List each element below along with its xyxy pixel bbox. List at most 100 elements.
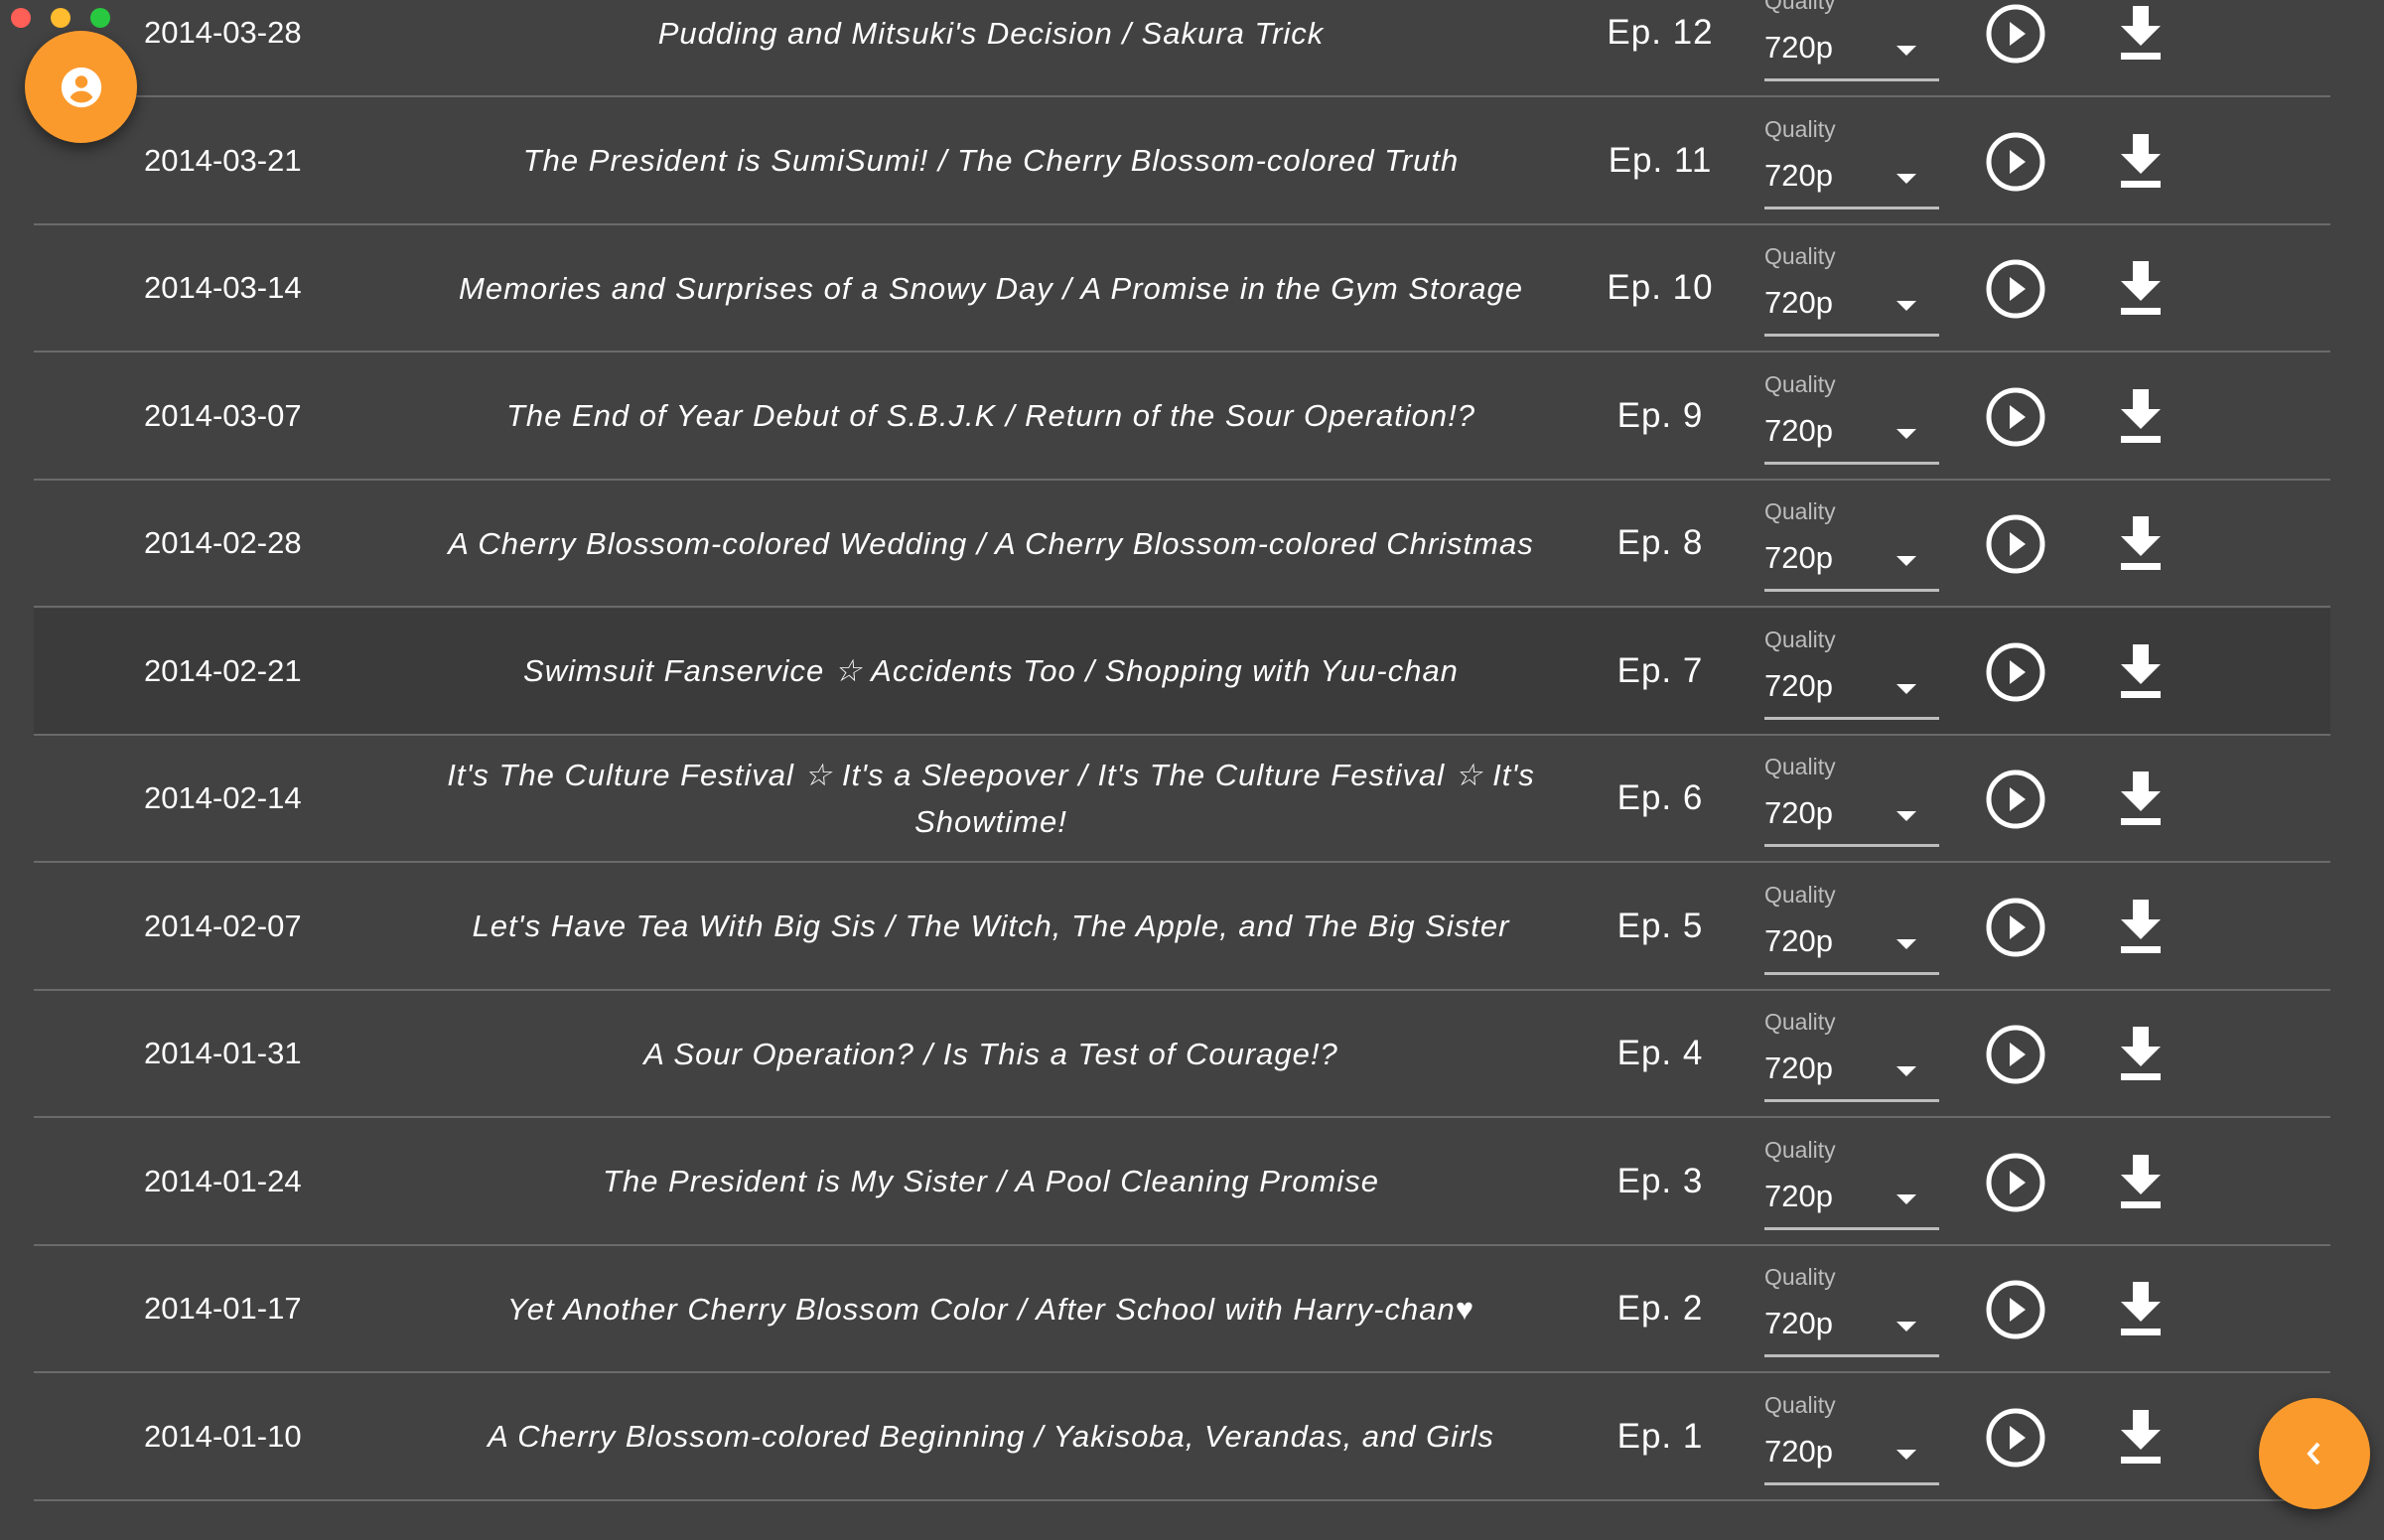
quality-select[interactable]: Quality 720p [1764, 1262, 1939, 1357]
episode-number: Ep. 3 [1616, 1161, 1704, 1200]
episode-number: Ep. 1 [1616, 1416, 1704, 1456]
dropdown-arrow-icon [1896, 938, 1916, 949]
episode-date: 2014-02-14 [144, 780, 302, 815]
episode-title: Yet Another Cherry Blossom Color / After… [506, 1291, 1475, 1327]
play-icon[interactable] [1985, 641, 2046, 703]
episode-row: 2014-02-21 Swimsuit Fanservice ☆ Acciden… [34, 608, 2330, 736]
quality-label: Quality [1764, 626, 1836, 652]
quality-value: 720p [1764, 1306, 1833, 1340]
episode-number: Ep. 12 [1607, 13, 1714, 52]
episode-title: Pudding and Mitsuki's Decision / Sakura … [657, 15, 1325, 51]
quality-label: Quality [1764, 1264, 1836, 1290]
play-icon[interactable] [1985, 258, 2046, 320]
play-icon[interactable] [1985, 1407, 2046, 1469]
episode-row: 2014-01-31 A Sour Operation? / Is This a… [34, 991, 2330, 1118]
download-icon[interactable] [2111, 896, 2171, 957]
episode-number: Ep. 5 [1616, 906, 1704, 945]
quality-select[interactable]: Quality 720p [1764, 369, 1939, 465]
quality-select[interactable]: Quality 720p [1764, 496, 1939, 592]
account-button[interactable] [25, 31, 137, 143]
episode-title: The President is SumiSumi! / The Cherry … [522, 143, 1460, 178]
play-icon[interactable] [1985, 3, 2046, 65]
quality-value: 720p [1764, 922, 1833, 958]
episode-title: The President is My Sister / A Pool Clea… [603, 1164, 1379, 1198]
quality-select[interactable]: Quality 720p [1764, 625, 1939, 720]
download-icon[interactable] [2111, 640, 2171, 702]
quality-select[interactable]: Quality 720p [1764, 241, 1939, 337]
dropdown-arrow-icon [1896, 1193, 1916, 1204]
quality-select[interactable]: Quality 720p [1764, 880, 1939, 975]
play-icon[interactable] [1985, 769, 2046, 830]
episode-title: The End of Year Debut of S.B.J.K / Retur… [505, 398, 1476, 433]
episode-row: 2014-01-24 The President is My Sister / … [34, 1119, 2330, 1246]
download-icon[interactable] [2111, 1406, 2171, 1468]
dropdown-arrow-icon [1896, 428, 1916, 439]
quality-label: Quality [1764, 1391, 1836, 1418]
download-icon[interactable] [2111, 1023, 2171, 1084]
quality-value: 720p [1764, 795, 1833, 830]
play-icon[interactable] [1985, 1279, 2046, 1340]
play-icon[interactable] [1985, 1152, 2046, 1213]
episode-row: 2014-02-07 Let's Have Tea With Big Sis /… [34, 864, 2330, 991]
download-icon[interactable] [2111, 2, 2171, 64]
download-icon[interactable] [2111, 257, 2171, 319]
dropdown-arrow-icon [1896, 1066, 1916, 1076]
quality-label: Quality [1764, 1136, 1836, 1163]
quality-value: 720p [1764, 157, 1833, 193]
dropdown-arrow-icon [1896, 811, 1916, 821]
episode-row: 2014-03-07 The End of Year Debut of S.B.… [34, 353, 2330, 481]
play-icon[interactable] [1985, 131, 2046, 193]
quality-value: 720p [1764, 412, 1833, 448]
episode-number: Ep. 7 [1616, 650, 1704, 690]
episode-date: 2014-02-07 [144, 908, 302, 943]
close-window-button[interactable] [11, 8, 31, 28]
download-icon[interactable] [2111, 385, 2171, 447]
episode-number: Ep. 11 [1608, 140, 1713, 180]
minimize-window-button[interactable] [51, 8, 70, 28]
quality-select[interactable]: Quality 720p [1764, 1390, 1939, 1485]
dropdown-arrow-icon [1896, 1449, 1916, 1460]
quality-select[interactable]: Quality 720p [1764, 1135, 1939, 1230]
quality-value: 720p [1764, 1050, 1833, 1085]
back-button[interactable] [2259, 1398, 2370, 1509]
episode-title: Swimsuit Fanservice ☆ Accidents Too / Sh… [523, 653, 1459, 688]
quality-label: Quality [1764, 370, 1836, 397]
download-icon[interactable] [2111, 130, 2171, 192]
episode-number: Ep. 9 [1616, 395, 1704, 435]
quality-label: Quality [1764, 498, 1836, 524]
play-icon[interactable] [1985, 1024, 2046, 1085]
episode-number: Ep. 4 [1616, 1034, 1704, 1072]
episode-number: Ep. 8 [1616, 523, 1704, 562]
download-icon[interactable] [2111, 1151, 2171, 1212]
download-icon[interactable] [2111, 768, 2171, 829]
episode-row: 2014-03-21 The President is SumiSumi! / … [34, 98, 2330, 225]
zoom-window-button[interactable] [90, 8, 110, 28]
episode-title: A Sour Operation? / Is This a Test of Co… [643, 1036, 1338, 1071]
download-icon[interactable] [2111, 1278, 2171, 1339]
play-icon[interactable] [1985, 386, 2046, 448]
chevron-left-icon [2307, 1442, 2320, 1466]
episode-number: Ep. 2 [1616, 1289, 1704, 1328]
play-icon[interactable] [1985, 897, 2046, 958]
quality-select[interactable]: Quality 720p [1764, 752, 1939, 847]
episode-date: 2014-03-14 [144, 270, 302, 305]
quality-value: 720p [1764, 30, 1833, 65]
quality-select[interactable]: Quality 720p [1764, 1007, 1939, 1102]
episode-row: 2014-01-10 A Cherry Blossom-colored Begi… [34, 1374, 2330, 1501]
episode-title: A Cherry Blossom-colored Wedding / A Che… [448, 525, 1534, 561]
quality-value: 720p [1764, 667, 1833, 703]
episode-date: 2014-01-10 [144, 1418, 302, 1454]
quality-select[interactable]: Quality 720p [1764, 0, 1939, 81]
episode-date: 2014-02-21 [144, 652, 302, 688]
quality-select[interactable]: Quality 720p [1764, 114, 1939, 210]
episode-date: 2014-01-24 [144, 1163, 302, 1198]
episode-title: A Cherry Blossom-colored Beginning / Yak… [488, 1419, 1494, 1454]
account-circle-icon [61, 67, 101, 107]
episode-number: Ep. 6 [1616, 778, 1704, 817]
download-icon[interactable] [2111, 512, 2171, 574]
quality-label: Quality [1764, 881, 1836, 908]
play-icon[interactable] [1985, 513, 2046, 575]
episode-row: 2014-02-14 It's The Culture Festival ☆ I… [34, 736, 2330, 863]
episode-title: Let's Have Tea With Big Sis / The Witch,… [472, 909, 1510, 943]
dropdown-arrow-icon [1896, 556, 1916, 566]
